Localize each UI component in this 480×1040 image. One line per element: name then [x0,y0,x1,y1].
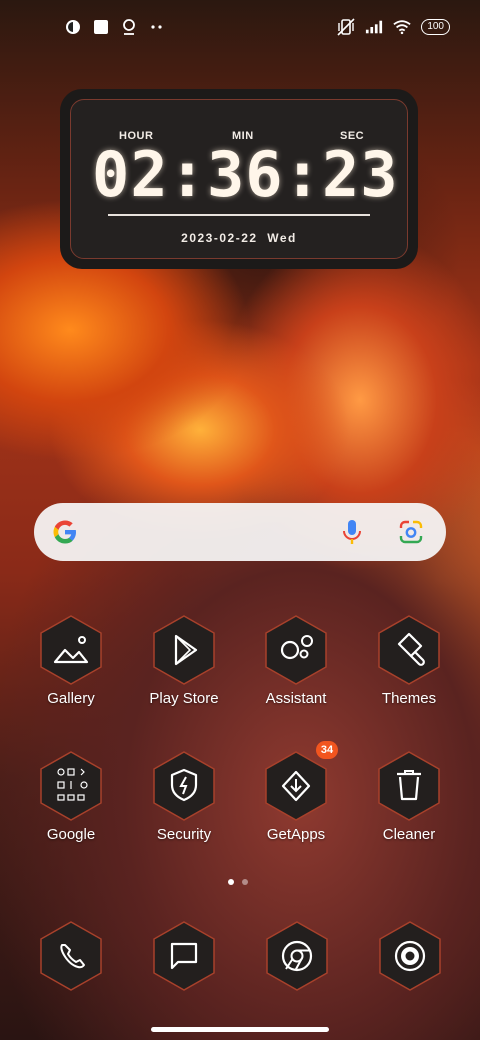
clock-weekday: Wed [267,231,297,245]
page-dot-active [228,879,234,885]
dock-chrome[interactable] [265,920,329,992]
battery-indicator: 100 [421,19,450,35]
microphone-icon[interactable] [340,518,364,551]
page-dot [242,879,248,885]
app-label: Cleaner [382,826,436,843]
home-gesture-bar[interactable] [151,1027,329,1032]
dock-messages[interactable] [152,920,216,992]
getapps-badge: 34 [316,741,338,759]
app-getapps[interactable]: GetApps [240,750,352,870]
app-play-store[interactable]: Play Store [128,614,240,734]
app-label: Play Store [149,690,219,707]
more-dots-icon [148,18,166,36]
getapps-icon [265,751,327,821]
messages-icon [153,921,215,991]
page-indicator [228,879,248,885]
google-g-icon [50,517,80,552]
dock-camera[interactable] [378,920,442,992]
app-security[interactable]: Security [128,750,240,870]
app-gallery[interactable]: Gallery [15,614,127,734]
google-lens-icon[interactable] [398,520,424,549]
clock-date: 2023-02-22 [181,231,258,245]
clock-time: 02:36:23 [92,138,399,211]
notification-square-icon [92,18,110,36]
assistant-icon [265,615,327,685]
app-themes[interactable]: Themes [353,614,465,734]
chrome-icon [266,921,328,991]
dock-phone[interactable] [39,920,103,992]
app-cleaner[interactable]: Cleaner [353,750,465,870]
location-pin-icon [120,18,138,36]
signal-bars-icon [365,18,383,36]
status-bar: 100 [0,0,480,56]
weather-icon [64,18,82,36]
clock-date-line: 2023-02-22 Wed [108,231,370,245]
themes-brush-icon [378,615,440,685]
app-assistant[interactable]: Assistant [240,614,352,734]
app-label: Gallery [47,690,95,707]
google-folder-icon [40,751,102,821]
app-label: Google [46,826,96,843]
google-search-bar[interactable] [34,503,446,561]
app-google-folder[interactable]: Google [15,750,127,870]
gallery-icon [40,615,102,685]
app-label: Themes [381,690,437,707]
security-shield-icon [153,751,215,821]
app-label: GetApps [266,826,326,843]
clock-divider [108,214,370,216]
cleaner-trash-icon [378,751,440,821]
play-store-icon [153,615,215,685]
camera-icon [379,921,441,991]
app-label: Assistant [265,690,327,707]
wifi-icon [393,18,411,36]
vibrate-off-icon [337,18,355,36]
phone-icon [40,921,102,991]
app-label: Security [156,826,212,843]
